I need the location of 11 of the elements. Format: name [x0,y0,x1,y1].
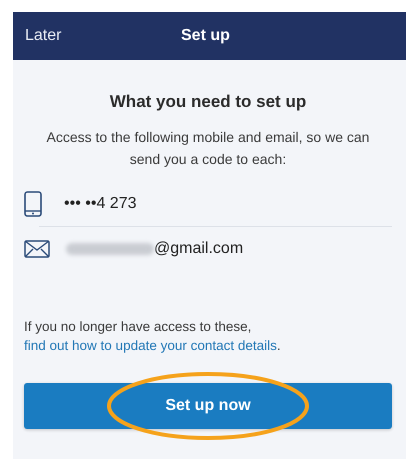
set-up-now-button[interactable]: Set up now [24,383,392,429]
notice-text: If you no longer have access to these, find out how to update your contact details. [24,318,282,355]
description-text: Access to the following mobile and email, so we can send you a code to each: [46,128,370,169]
contact-details-link[interactable]: find out how to update your contact details [24,338,277,353]
contact-value: ••• ••4 273 [64,195,136,213]
section-heading: What you need to set up [108,92,308,112]
later-link[interactable]: Later [25,27,62,45]
screen-title: Set up [181,27,230,45]
contact-value: @gmail.com [154,240,244,258]
phone-icon [24,191,42,217]
envelope-icon [24,240,50,258]
